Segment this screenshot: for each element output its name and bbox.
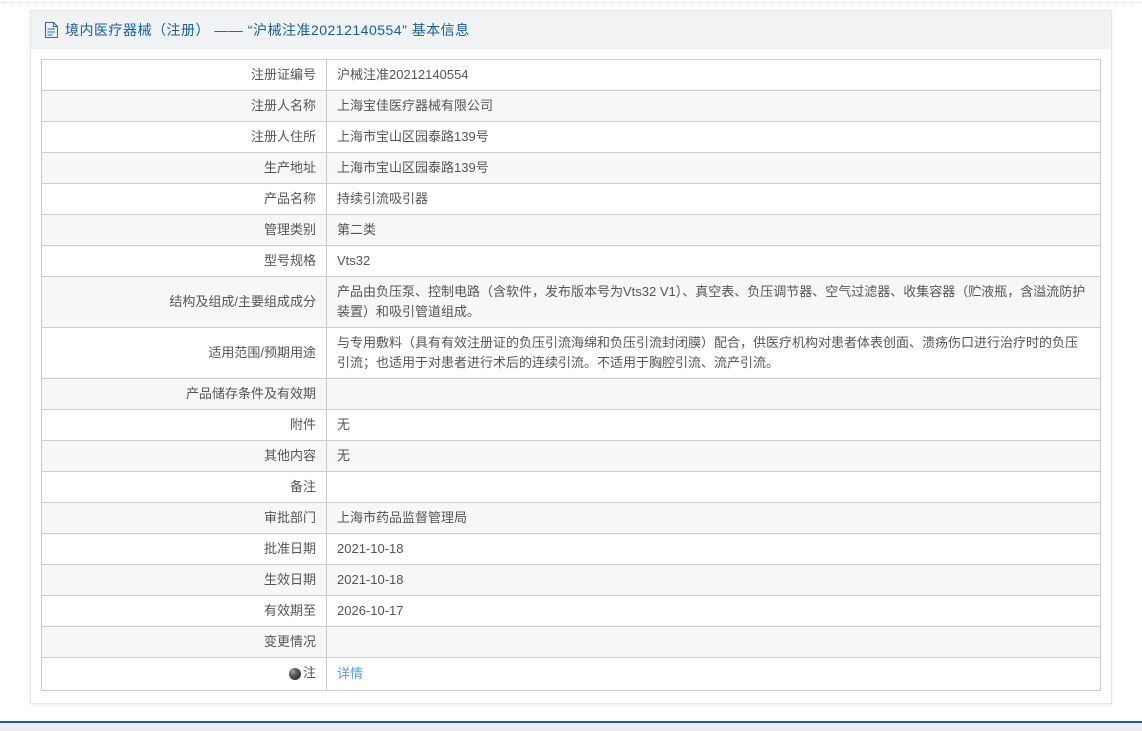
- row-label: 产品名称: [41, 183, 327, 215]
- row-label: 变更情况: [41, 626, 327, 658]
- table-row: 注册人住所 上海市宝山区园泰路139号: [41, 121, 1101, 153]
- row-label: 生效日期: [41, 564, 327, 596]
- row-label: 生产地址: [41, 152, 327, 184]
- table-row: 产品名称 持续引流吸引器: [41, 183, 1101, 215]
- row-value: 上海宝佳医疗器械有限公司: [326, 90, 1101, 122]
- row-label: 审批部门: [41, 502, 327, 534]
- row-label: 批准日期: [41, 533, 327, 565]
- row-label: 适用范围/预期用途: [41, 327, 327, 379]
- row-value: 与专用敷料（具有有效注册证的负压引流海绵和负压引流封闭膜）配合，供医疗机构对患者…: [326, 327, 1101, 379]
- row-label: 有效期至: [41, 595, 327, 627]
- row-value: 第二类: [326, 214, 1101, 246]
- panel-body: 注册证编号 沪械注准20212140554 注册人名称 上海宝佳医疗器械有限公司…: [31, 49, 1111, 691]
- table-row: 批准日期 2021-10-18: [41, 533, 1101, 565]
- footer-bar: [0, 721, 1142, 731]
- table-row: 生效日期 2021-10-18: [41, 564, 1101, 596]
- table-row: 变更情况: [41, 626, 1101, 658]
- table-row: 管理类别 第二类: [41, 214, 1101, 246]
- table-row: 其他内容 无: [41, 440, 1101, 472]
- row-value: 无: [326, 440, 1101, 472]
- row-label: 结构及组成/主要组成成分: [41, 276, 327, 328]
- table-row: 注册人名称 上海宝佳医疗器械有限公司: [41, 90, 1101, 122]
- top-dotted-divider: [0, 2, 1142, 3]
- row-value: 2026-10-17: [326, 595, 1101, 627]
- row-label: 附件: [41, 409, 327, 441]
- table-row-note: 注 详情: [41, 657, 1101, 691]
- row-value: [326, 626, 1101, 658]
- row-value: 上海市宝山区园泰路139号: [326, 121, 1101, 153]
- row-value: [326, 471, 1101, 503]
- row-label: 注册人名称: [41, 90, 327, 122]
- document-icon: [44, 22, 58, 38]
- row-label-note: 注: [41, 657, 327, 691]
- table-row: 备注: [41, 471, 1101, 503]
- table-row: 结构及组成/主要组成成分 产品由负压泵、控制电路（含软件，发布版本号为Vts32…: [41, 276, 1101, 328]
- row-value: 上海市药品监督管理局: [326, 502, 1101, 534]
- row-value: Vts32: [326, 245, 1101, 277]
- row-value: 2021-10-18: [326, 533, 1101, 565]
- table-row: 审批部门 上海市药品监督管理局: [41, 502, 1101, 534]
- row-label: 备注: [41, 471, 327, 503]
- row-label: 产品储存条件及有效期: [41, 378, 327, 410]
- table-row: 有效期至 2026-10-17: [41, 595, 1101, 627]
- row-value: 无: [326, 409, 1101, 441]
- row-value: 产品由负压泵、控制电路（含软件，发布版本号为Vts32 V1）、真空表、负压调节…: [326, 276, 1101, 328]
- table-row: 产品储存条件及有效期: [41, 378, 1101, 410]
- table-row: 附件 无: [41, 409, 1101, 441]
- row-value: 持续引流吸引器: [326, 183, 1101, 215]
- row-value: 2021-10-18: [326, 564, 1101, 596]
- row-label: 注册人住所: [41, 121, 327, 153]
- table-row: 型号规格 Vts32: [41, 245, 1101, 277]
- row-value: [326, 378, 1101, 410]
- registration-info-panel: 境内医疗器械（注册） —— “沪械注准20212140554” 基本信息 注册证…: [30, 10, 1112, 704]
- table-row: 生产地址 上海市宝山区园泰路139号: [41, 152, 1101, 184]
- detail-link[interactable]: 详情: [337, 666, 363, 681]
- page-title: 境内医疗器械（注册） —— “沪械注准20212140554” 基本信息: [65, 22, 470, 38]
- table-row: 注册证编号 沪械注准20212140554: [41, 59, 1101, 91]
- row-value: 沪械注准20212140554: [326, 59, 1101, 91]
- row-label: 型号规格: [41, 245, 327, 277]
- row-label: 注册证编号: [41, 59, 327, 91]
- table-row: 适用范围/预期用途 与专用敷料（具有有效注册证的负压引流海绵和负压引流封闭膜）配…: [41, 327, 1101, 379]
- row-value: 上海市宝山区园泰路139号: [326, 152, 1101, 184]
- registration-info-table: 注册证编号 沪械注准20212140554 注册人名称 上海宝佳医疗器械有限公司…: [41, 59, 1101, 691]
- row-label: 管理类别: [41, 214, 327, 246]
- note-label-text: 注: [302, 665, 316, 680]
- page: 境内医疗器械（注册） —— “沪械注准20212140554” 基本信息 注册证…: [0, 0, 1142, 731]
- row-label: 其他内容: [41, 440, 327, 472]
- bulb-icon: [288, 668, 301, 680]
- row-value-note: 详情: [326, 657, 1101, 691]
- panel-header: 境内医疗器械（注册） —— “沪械注准20212140554” 基本信息: [31, 11, 1111, 49]
